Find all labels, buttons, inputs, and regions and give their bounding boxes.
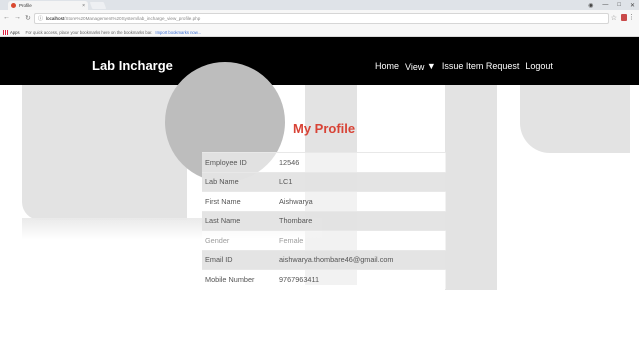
table-row: Gender Female bbox=[202, 230, 446, 250]
field-label: First Name bbox=[202, 191, 276, 211]
field-label: Mobile Number bbox=[202, 269, 276, 289]
import-bookmarks-link[interactable]: Import bookmarks now... bbox=[155, 30, 201, 35]
maximize-icon[interactable]: □ bbox=[617, 2, 621, 8]
nav-home[interactable]: Home bbox=[375, 61, 399, 72]
nav-view-dropdown[interactable]: View ▼ bbox=[405, 61, 436, 72]
nav-menu: Home View ▼ Issue Item Request Logout bbox=[375, 61, 553, 72]
table-row: Lab Name LC1 bbox=[202, 171, 446, 192]
page-title: My Profile bbox=[293, 121, 356, 136]
bookmarks-hint: For quick access, place your bookmarks h… bbox=[25, 29, 153, 35]
minimize-icon[interactable]: — bbox=[602, 2, 608, 8]
site-navbar: Lab Incharge Home View ▼ Issue Item Requ… bbox=[0, 37, 639, 85]
watermark-shape bbox=[520, 85, 630, 153]
watermark-shape bbox=[22, 85, 187, 220]
tab-close-icon[interactable]: × bbox=[82, 3, 85, 9]
url-text: localhost/Store%20Management%20System/la… bbox=[46, 16, 200, 21]
field-label: Gender bbox=[202, 230, 276, 250]
browser-toolbar: ← → ↻ ⌂ ⓘ localhost/Store%20Management%2… bbox=[0, 10, 639, 28]
extension-icon[interactable] bbox=[621, 14, 627, 21]
address-bar[interactable]: ⓘ localhost/Store%20Management%20System/… bbox=[34, 13, 609, 24]
browser-tab[interactable]: Profile × bbox=[8, 1, 88, 10]
nav-view-label: View bbox=[405, 62, 425, 72]
reload-icon[interactable]: ↻ bbox=[25, 14, 31, 22]
field-value: LC1 bbox=[276, 171, 446, 192]
caret-down-icon: ▼ bbox=[426, 61, 436, 71]
table-row: Mobile Number 9767963411 bbox=[202, 269, 446, 289]
watermark-shape bbox=[445, 85, 497, 290]
table-row: First Name Aishwarya bbox=[202, 191, 446, 211]
tab-title: Profile bbox=[19, 3, 32, 8]
nav-issue-item-request[interactable]: Issue Item Request bbox=[442, 61, 520, 72]
site-brand[interactable]: Lab Incharge bbox=[92, 58, 173, 73]
back-icon[interactable]: ← bbox=[3, 14, 10, 22]
star-icon[interactable]: ☆ bbox=[611, 14, 617, 22]
field-label: Lab Name bbox=[202, 171, 276, 192]
field-label: Last Name bbox=[202, 210, 276, 231]
field-value: aishwarya.thombare46@gmail.com bbox=[276, 249, 446, 270]
apps-icon[interactable] bbox=[3, 29, 8, 35]
favicon-icon bbox=[11, 3, 16, 8]
table-row: Email ID aishwarya.thombare46@gmail.com bbox=[202, 249, 446, 270]
url-path: /Store%20Management%20System/lab_incharg… bbox=[64, 16, 201, 21]
field-value: 12546 bbox=[276, 152, 446, 172]
menu-icon[interactable]: ⋮ bbox=[628, 13, 635, 21]
nav-logout[interactable]: Logout bbox=[525, 61, 553, 72]
field-value: 9767963411 bbox=[276, 269, 446, 289]
forward-icon[interactable]: → bbox=[14, 14, 21, 22]
table-row: Last Name Thombare bbox=[202, 210, 446, 231]
bookmarks-apps[interactable]: Apps bbox=[10, 30, 20, 35]
url-host: localhost bbox=[46, 16, 65, 21]
info-icon[interactable]: ⓘ bbox=[38, 15, 43, 22]
field-value: Thombare bbox=[276, 210, 446, 231]
bookmarks-bar: Apps For quick access, place your bookma… bbox=[0, 28, 639, 37]
field-value: Aishwarya bbox=[276, 191, 446, 211]
new-tab-button[interactable] bbox=[89, 2, 107, 9]
browser-tab-strip: Profile × ◉ — □ ✕ bbox=[0, 0, 639, 10]
table-row: Employee ID 12546 bbox=[202, 152, 446, 172]
profile-table: Employee ID 12546 Lab Name LC1 First Nam… bbox=[202, 152, 446, 289]
close-window-icon[interactable]: ✕ bbox=[630, 2, 635, 9]
field-label: Employee ID bbox=[202, 152, 276, 172]
field-value: Female bbox=[276, 230, 446, 250]
user-icon[interactable]: ◉ bbox=[588, 2, 593, 9]
field-label: Email ID bbox=[202, 249, 276, 270]
window-controls: ◉ — □ ✕ bbox=[588, 0, 635, 10]
